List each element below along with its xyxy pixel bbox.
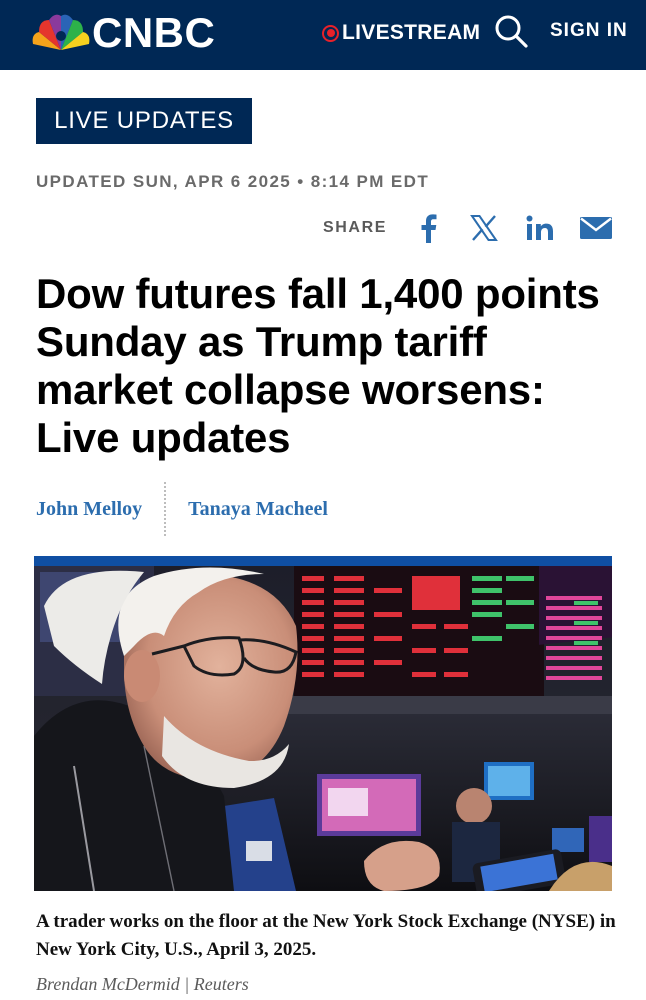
photo-credit: Brendan McDermid | Reuters — [36, 974, 249, 994]
share-label: SHARE — [323, 219, 388, 236]
cnbc-logo[interactable]: CNBC — [30, 9, 215, 56]
share-bar: SHARE — [323, 210, 613, 246]
x-icon[interactable] — [467, 211, 501, 245]
brand-name: CNBC — [92, 9, 216, 56]
site-header: CNBC LIVESTREAM SIGN IN — [0, 0, 646, 70]
author-link[interactable]: Tanaya Macheel — [188, 498, 328, 521]
facebook-icon[interactable] — [411, 211, 445, 245]
live-updates-badge: LIVE UPDATES — [36, 98, 252, 144]
livestream-label: LIVESTREAM — [342, 21, 481, 44]
image-caption: A trader works on the floor at the New Y… — [36, 911, 616, 960]
article-headline: Dow futures fall 1,400 points Sunday as … — [36, 270, 600, 461]
author-link[interactable]: John Melloy — [36, 498, 142, 521]
email-icon[interactable] — [579, 211, 613, 245]
live-dot-icon — [322, 24, 339, 42]
updated-timestamp: UPDATED SUN, APR 6 2025 • 8:14 PM EDT — [36, 172, 430, 191]
search-icon[interactable] — [493, 13, 529, 49]
trader-photo — [34, 566, 612, 891]
nbc-peacock-icon — [32, 14, 90, 50]
image-accent-bar — [34, 556, 612, 566]
livestream-button[interactable]: LIVESTREAM — [322, 20, 480, 46]
author-byline: John Melloy Tanaya Macheel — [36, 482, 328, 536]
author-divider — [164, 482, 167, 536]
article-hero-image — [34, 556, 612, 891]
sign-in-button[interactable]: SIGN IN — [550, 20, 628, 42]
linkedin-icon[interactable] — [523, 211, 557, 245]
